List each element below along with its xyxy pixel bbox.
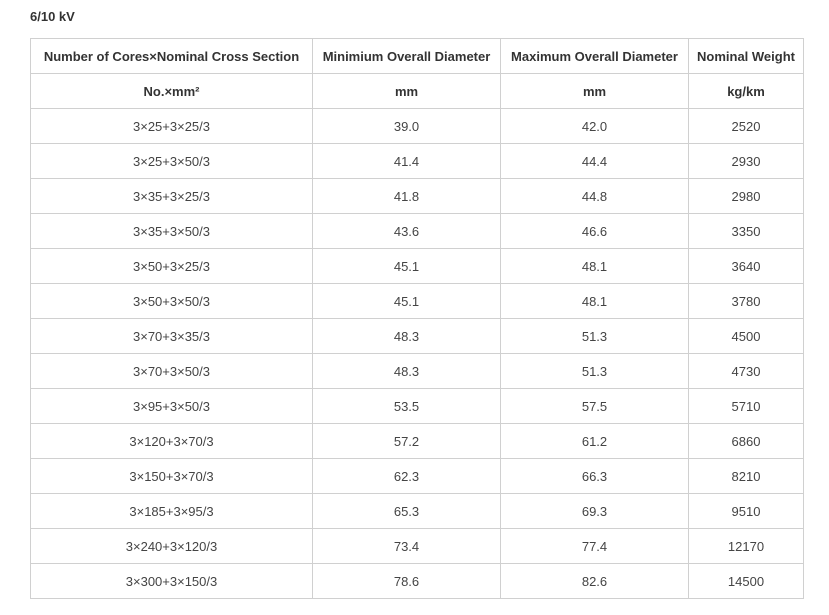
table-row: 3×70+3×50/3 48.3 51.3 4730 [30, 353, 804, 389]
cell-nominal-weight: 6860 [688, 423, 804, 459]
cell-min-diameter: 43.6 [312, 213, 501, 249]
table-row: 3×50+3×25/3 45.1 48.1 3640 [30, 248, 804, 284]
cell-cores-cross-section: 3×70+3×35/3 [30, 318, 313, 354]
cell-min-diameter: 39.0 [312, 108, 501, 144]
table-body: Number of Cores×Nominal Cross Section Mi… [30, 38, 804, 599]
cell-nominal-weight: 3640 [688, 248, 804, 284]
cell-nominal-weight: 2520 [688, 108, 804, 144]
cell-min-diameter: 53.5 [312, 388, 501, 424]
cell-min-diameter: 45.1 [312, 283, 501, 319]
unit-cell-nominal-weight: kg/km [688, 73, 804, 109]
header-cell-max-diameter: Maximum Overall Diameter [500, 38, 689, 74]
cell-max-diameter: 66.3 [500, 458, 689, 494]
cell-max-diameter: 46.6 [500, 213, 689, 249]
cell-min-diameter: 41.8 [312, 178, 501, 214]
cell-min-diameter: 73.4 [312, 528, 501, 564]
cell-min-diameter: 41.4 [312, 143, 501, 179]
cell-cores-cross-section: 3×185+3×95/3 [30, 493, 313, 529]
table-row: 3×25+3×25/3 39.0 42.0 2520 [30, 108, 804, 144]
cell-cores-cross-section: 3×300+3×150/3 [30, 563, 313, 599]
cell-min-diameter: 78.6 [312, 563, 501, 599]
header-row: Number of Cores×Nominal Cross Section Mi… [30, 38, 804, 74]
table-row: 3×150+3×70/3 62.3 66.3 8210 [30, 458, 804, 494]
table-row: 3×240+3×120/3 73.4 77.4 12170 [30, 528, 804, 564]
unit-cell-min-diameter: mm [312, 73, 501, 109]
cell-min-diameter: 45.1 [312, 248, 501, 284]
table-row: 3×185+3×95/3 65.3 69.3 9510 [30, 493, 804, 529]
cell-max-diameter: 77.4 [500, 528, 689, 564]
cell-min-diameter: 48.3 [312, 353, 501, 389]
cell-max-diameter: 51.3 [500, 318, 689, 354]
cell-cores-cross-section: 3×35+3×50/3 [30, 213, 313, 249]
cell-nominal-weight: 4730 [688, 353, 804, 389]
cell-cores-cross-section: 3×150+3×70/3 [30, 458, 313, 494]
cell-nominal-weight: 3780 [688, 283, 804, 319]
cell-max-diameter: 48.1 [500, 248, 689, 284]
cell-nominal-weight: 2980 [688, 178, 804, 214]
cell-cores-cross-section: 3×35+3×25/3 [30, 178, 313, 214]
unit-cell-max-diameter: mm [500, 73, 689, 109]
table-row: 3×120+3×70/3 57.2 61.2 6860 [30, 423, 804, 459]
table-row: 3×35+3×25/3 41.8 44.8 2980 [30, 178, 804, 214]
unit-cell-cores-cross-section: No.×mm² [30, 73, 313, 109]
cell-max-diameter: 51.3 [500, 353, 689, 389]
cell-min-diameter: 57.2 [312, 423, 501, 459]
cell-cores-cross-section: 3×25+3×25/3 [30, 108, 313, 144]
table-row: 3×95+3×50/3 53.5 57.5 5710 [30, 388, 804, 424]
cell-cores-cross-section: 3×70+3×50/3 [30, 353, 313, 389]
section-title: 6/10 kV [30, 9, 75, 24]
cell-cores-cross-section: 3×95+3×50/3 [30, 388, 313, 424]
cell-max-diameter: 44.4 [500, 143, 689, 179]
cell-cores-cross-section: 3×50+3×25/3 [30, 248, 313, 284]
table-row: 3×300+3×150/3 78.6 82.6 14500 [30, 563, 804, 599]
table-row: 3×50+3×50/3 45.1 48.1 3780 [30, 283, 804, 319]
cell-max-diameter: 69.3 [500, 493, 689, 529]
units-row: No.×mm² mm mm kg/km [30, 73, 804, 109]
header-cell-min-diameter: Minimium Overall Diameter [312, 38, 501, 74]
cell-max-diameter: 82.6 [500, 563, 689, 599]
cell-nominal-weight: 5710 [688, 388, 804, 424]
cell-max-diameter: 42.0 [500, 108, 689, 144]
cell-nominal-weight: 9510 [688, 493, 804, 529]
table-row: 3×35+3×50/3 43.6 46.6 3350 [30, 213, 804, 249]
header-cell-cores-cross-section: Number of Cores×Nominal Cross Section [30, 38, 313, 74]
cell-min-diameter: 62.3 [312, 458, 501, 494]
cell-nominal-weight: 12170 [688, 528, 804, 564]
cell-min-diameter: 65.3 [312, 493, 501, 529]
cell-max-diameter: 57.5 [500, 388, 689, 424]
table-row: 3×70+3×35/3 48.3 51.3 4500 [30, 318, 804, 354]
cell-max-diameter: 44.8 [500, 178, 689, 214]
cell-nominal-weight: 14500 [688, 563, 804, 599]
cell-cores-cross-section: 3×25+3×50/3 [30, 143, 313, 179]
cell-cores-cross-section: 3×120+3×70/3 [30, 423, 313, 459]
table-row: 3×25+3×50/3 41.4 44.4 2930 [30, 143, 804, 179]
cell-max-diameter: 61.2 [500, 423, 689, 459]
cell-min-diameter: 48.3 [312, 318, 501, 354]
header-cell-nominal-weight: Nominal Weight [688, 38, 804, 74]
cell-nominal-weight: 8210 [688, 458, 804, 494]
cable-spec-table: Number of Cores×Nominal Cross Section Mi… [30, 38, 804, 599]
cell-cores-cross-section: 3×50+3×50/3 [30, 283, 313, 319]
cell-max-diameter: 48.1 [500, 283, 689, 319]
cell-cores-cross-section: 3×240+3×120/3 [30, 528, 313, 564]
cell-nominal-weight: 2930 [688, 143, 804, 179]
cell-nominal-weight: 4500 [688, 318, 804, 354]
cell-nominal-weight: 3350 [688, 213, 804, 249]
